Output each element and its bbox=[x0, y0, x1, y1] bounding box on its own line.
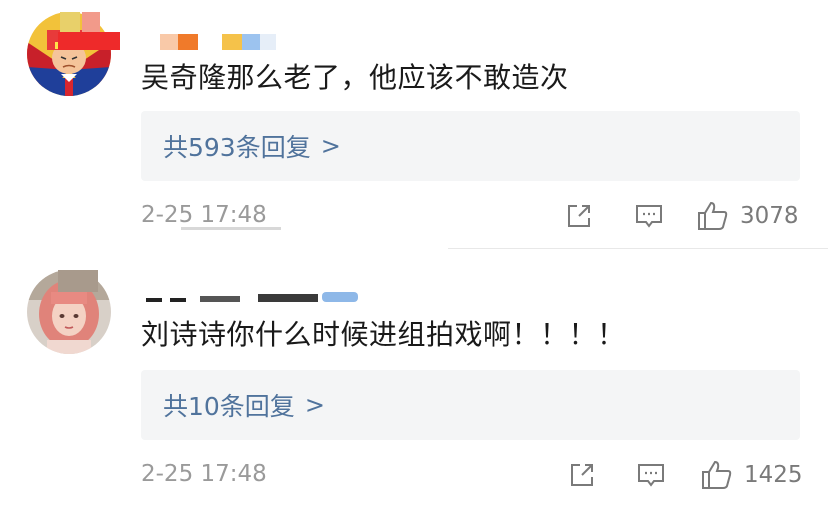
view-replies-button[interactable]: 共10条回复 > bbox=[141, 370, 800, 440]
like-button[interactable]: 1425 bbox=[700, 455, 803, 495]
like-button[interactable]: 3078 bbox=[696, 196, 799, 236]
comment-meta: 2-25 17:48 3078 bbox=[141, 196, 800, 236]
reply-count-label: 共593条回复 bbox=[163, 133, 311, 162]
view-replies-button[interactable]: 共593条回复 > bbox=[141, 111, 800, 181]
like-count: 3078 bbox=[740, 203, 799, 229]
thumbs-up-icon bbox=[698, 201, 728, 230]
avatar-badge bbox=[58, 270, 98, 292]
comment-text: 刘诗诗你什么时候进组拍戏啊！！！！ bbox=[141, 318, 626, 351]
timestamp: 2-25 17:48 bbox=[141, 202, 267, 228]
timestamp: 2-25 17:48 bbox=[141, 461, 267, 487]
chevron-right-icon: > bbox=[304, 391, 325, 419]
share-button[interactable] bbox=[565, 196, 593, 236]
share-button[interactable] bbox=[568, 455, 596, 495]
timestamp-underline bbox=[181, 227, 281, 230]
username[interactable] bbox=[140, 32, 290, 56]
comment-meta: 2-25 17:48 1425 bbox=[141, 455, 803, 495]
comment-button[interactable] bbox=[636, 455, 666, 495]
chevron-right-icon: > bbox=[320, 132, 341, 160]
thumbs-up-icon bbox=[702, 460, 732, 489]
comment-icon bbox=[638, 464, 664, 487]
avatar-badge bbox=[82, 12, 100, 32]
comment-icon bbox=[636, 205, 662, 228]
like-count: 1425 bbox=[744, 462, 803, 488]
username[interactable] bbox=[140, 290, 370, 314]
divider bbox=[448, 248, 828, 249]
reply-count-label: 共10条回复 bbox=[163, 392, 295, 421]
share-icon bbox=[571, 464, 593, 486]
comment-button[interactable] bbox=[634, 196, 664, 236]
avatar-badge bbox=[60, 12, 80, 32]
avatar-badge bbox=[58, 32, 120, 50]
comment-text: 吴奇隆那么老了，他应该不敢造次 bbox=[141, 61, 569, 94]
share-icon bbox=[568, 205, 590, 227]
